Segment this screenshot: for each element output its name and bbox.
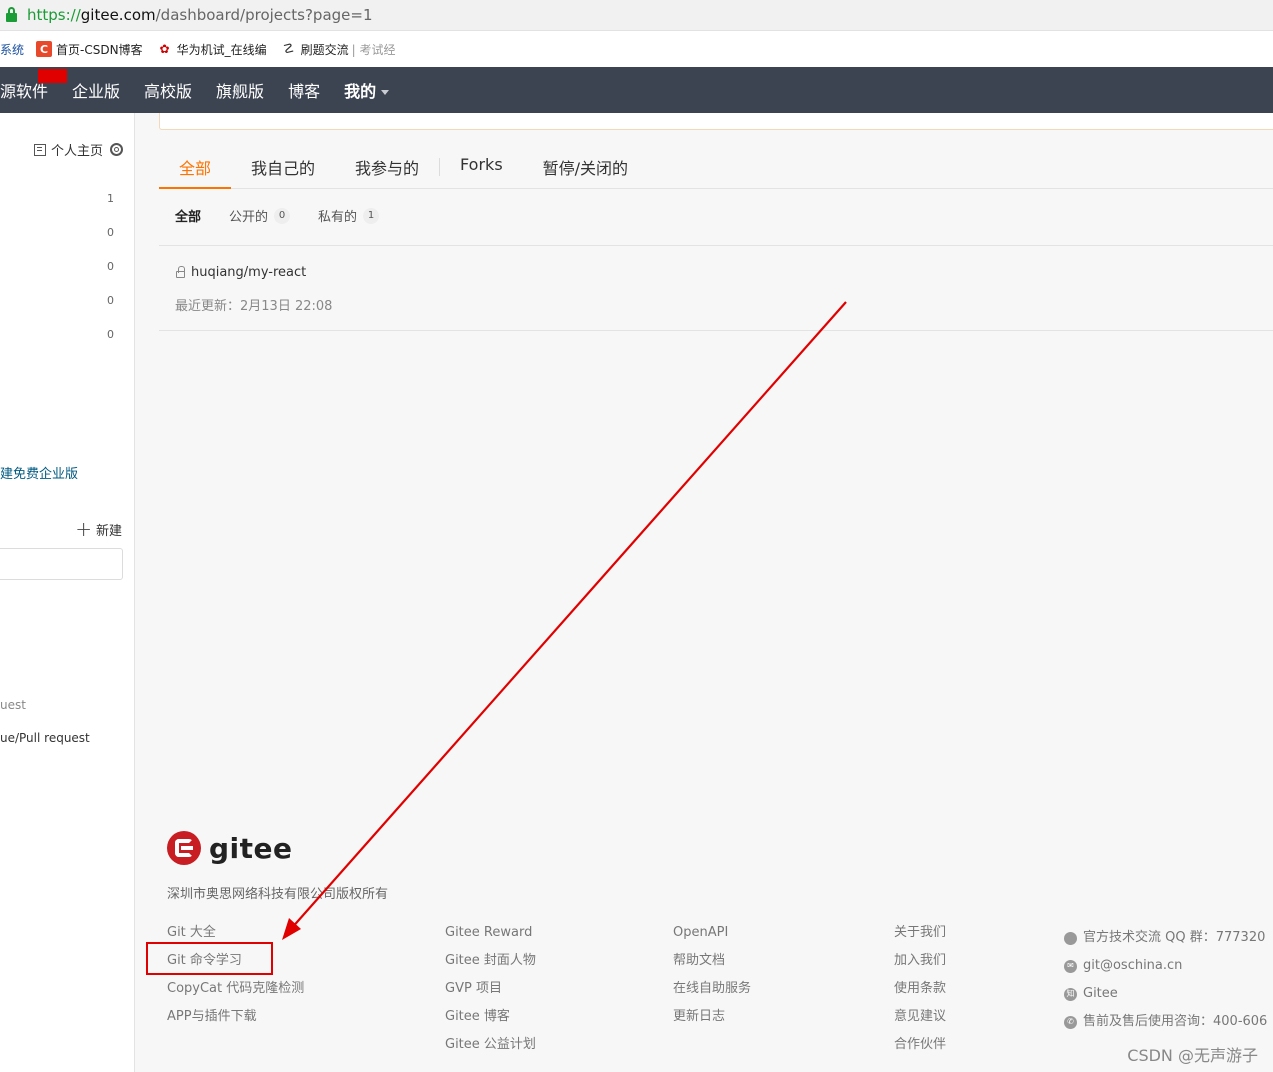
watermark: CSDN @无声游子 bbox=[1127, 1046, 1258, 1065]
annotation-arrow bbox=[282, 301, 847, 940]
